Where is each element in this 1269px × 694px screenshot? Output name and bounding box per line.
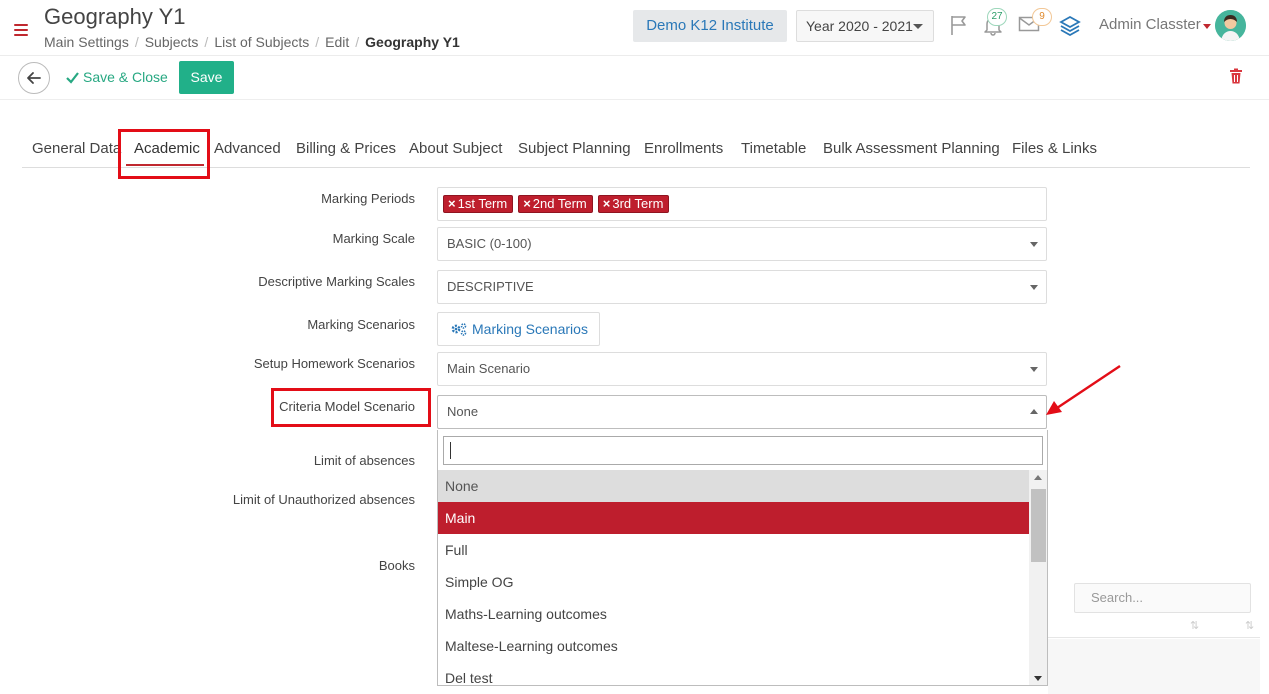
notifications-badge: 27 <box>987 8 1007 26</box>
gears-icon <box>451 323 467 336</box>
chevron-down-icon <box>1030 285 1038 290</box>
homework-scenarios-label: Setup Homework Scenarios <box>253 356 415 371</box>
year-select[interactable]: Year 2020 - 2021 <box>796 10 934 42</box>
dropdown-option-main[interactable]: Main <box>438 502 1029 534</box>
action-toolbar: Save & Close Save <box>0 56 1269 100</box>
back-arrow-icon <box>27 72 41 84</box>
tab-timetable[interactable]: Timetable <box>741 140 806 157</box>
stack-icon[interactable] <box>1058 14 1082 41</box>
breadcrumb-list-of-subjects[interactable]: List of Subjects <box>214 34 309 50</box>
homework-scenarios-value: Main Scenario <box>447 361 531 376</box>
sort-icon[interactable]: ⇅ <box>1245 619 1254 632</box>
criteria-model-label: Criteria Model Scenario <box>279 399 415 414</box>
limit-unauthorized-label: Limit of Unauthorized absences <box>232 492 415 507</box>
books-label: Books <box>378 558 415 573</box>
marking-period-tag[interactable]: × 1st Term <box>443 195 514 213</box>
marking-scale-value: BASIC (0-100) <box>447 236 532 251</box>
marking-scenarios-button-label: Marking Scenarios <box>472 321 588 337</box>
flag-icon[interactable] <box>948 14 970 41</box>
user-menu-chevron-icon[interactable] <box>1203 24 1211 29</box>
dropdown-options: None Main Full Simple OG Maths-Learning … <box>438 470 1029 685</box>
limit-absences-label: Limit of absences <box>313 453 415 468</box>
homework-scenarios-select[interactable]: Main Scenario <box>437 352 1047 386</box>
save-close-label: Save & Close <box>83 69 168 85</box>
chevron-down-icon <box>1030 367 1038 372</box>
remove-tag-icon[interactable]: × <box>448 196 456 211</box>
breadcrumb: Main Settings / Subjects / List of Subjects /… <box>44 34 460 50</box>
save-close-button[interactable]: Save & Close <box>66 69 168 85</box>
marking-scenarios-button[interactable]: Marking Scenarios <box>437 312 600 346</box>
criteria-model-value: None <box>447 404 479 419</box>
dropdown-search-input[interactable] <box>443 436 1043 465</box>
back-button[interactable] <box>18 62 50 94</box>
tab-academic[interactable]: Academic <box>134 140 200 157</box>
remove-tag-icon[interactable]: × <box>603 196 611 211</box>
criteria-model-dropdown: None Main Full Simple OG Maths-Learning … <box>437 430 1048 686</box>
avatar[interactable] <box>1215 10 1246 41</box>
tab-about-subject[interactable]: About Subject <box>409 140 502 157</box>
marking-period-tag-label: 1st Term <box>457 196 508 211</box>
dropdown-option-full[interactable]: Full <box>438 534 1029 566</box>
scrollbar-thumb[interactable] <box>1031 489 1046 562</box>
trash-icon[interactable] <box>1229 68 1243 84</box>
marking-periods-field[interactable]: × 1st Term × 2nd Term × 3rd Term <box>437 187 1047 221</box>
chevron-down-icon <box>913 24 923 29</box>
annotation-arrow-icon <box>1046 365 1121 415</box>
breadcrumb-subjects[interactable]: Subjects <box>145 34 199 50</box>
tab-general-data[interactable]: General Data <box>32 140 121 157</box>
dropdown-scrollbar[interactable] <box>1029 470 1047 685</box>
scroll-up-icon[interactable] <box>1034 475 1042 480</box>
breadcrumb-edit[interactable]: Edit <box>325 34 349 50</box>
dropdown-option-simple-og[interactable]: Simple OG <box>438 566 1029 598</box>
tab-bar: General Data Academic Advanced Billing &… <box>22 131 1250 168</box>
descriptive-scales-select[interactable]: DESCRIPTIVE <box>437 270 1047 304</box>
chevron-up-icon <box>1030 409 1038 414</box>
top-header: Geography Y1 Main Settings / Subjects / List… <box>0 0 1269 56</box>
tab-advanced[interactable]: Advanced <box>214 140 281 157</box>
marking-period-tag[interactable]: × 2nd Term <box>518 195 593 213</box>
dropdown-option-maths-learning-outcomes[interactable]: Maths-Learning outcomes <box>438 598 1029 630</box>
save-button[interactable]: Save <box>179 61 234 94</box>
tab-files-links[interactable]: Files & Links <box>1012 140 1097 157</box>
active-tab-indicator <box>126 164 204 166</box>
marking-scenarios-label: Marking Scenarios <box>307 317 415 332</box>
page-title: Geography Y1 <box>44 4 186 29</box>
tab-billing-prices[interactable]: Billing & Prices <box>296 140 396 157</box>
marking-period-tag-label: 2nd Term <box>532 196 587 211</box>
books-search-input[interactable]: Search... <box>1074 583 1251 613</box>
descriptive-scales-label: Descriptive Marking Scales <box>258 274 415 289</box>
tab-enrollments[interactable]: Enrollments <box>644 140 723 157</box>
breadcrumb-current: Geography Y1 <box>365 34 460 50</box>
criteria-model-select[interactable]: None <box>437 395 1047 429</box>
sort-icon[interactable]: ⇅ <box>1190 619 1199 632</box>
chevron-down-icon <box>1030 242 1038 247</box>
institute-button[interactable]: Demo K12 Institute <box>633 10 787 42</box>
tab-subject-planning[interactable]: Subject Planning <box>518 140 631 157</box>
marking-scale-label: Marking Scale <box>332 231 415 246</box>
user-name[interactable]: Admin Classter <box>1099 16 1201 33</box>
tab-bulk-assessment-planning[interactable]: Bulk Assessment Planning <box>823 140 1000 157</box>
marking-period-tag-label: 3rd Term <box>612 196 664 211</box>
year-select-value: Year 2020 - 2021 <box>806 18 913 34</box>
menu-icon[interactable] <box>14 24 28 36</box>
marking-periods-label: Marking Periods <box>321 191 415 206</box>
dropdown-option-none[interactable]: None <box>438 470 1029 502</box>
remove-tag-icon[interactable]: × <box>523 196 531 211</box>
dropdown-option-del-test[interactable]: Del test <box>438 662 1029 685</box>
check-icon <box>66 72 79 84</box>
dropdown-option-maltese-learning-outcomes[interactable]: Maltese-Learning outcomes <box>438 630 1029 662</box>
messages-badge: 9 <box>1032 8 1052 26</box>
scroll-down-icon[interactable] <box>1034 676 1042 681</box>
books-table-header: ⇅ ⇅ <box>1048 614 1260 638</box>
marking-period-tag[interactable]: × 3rd Term <box>597 195 670 213</box>
descriptive-scales-value: DESCRIPTIVE <box>447 279 534 294</box>
breadcrumb-main-settings[interactable]: Main Settings <box>44 34 129 50</box>
books-table-body <box>1048 639 1260 694</box>
marking-scale-select[interactable]: BASIC (0-100) <box>437 227 1047 261</box>
